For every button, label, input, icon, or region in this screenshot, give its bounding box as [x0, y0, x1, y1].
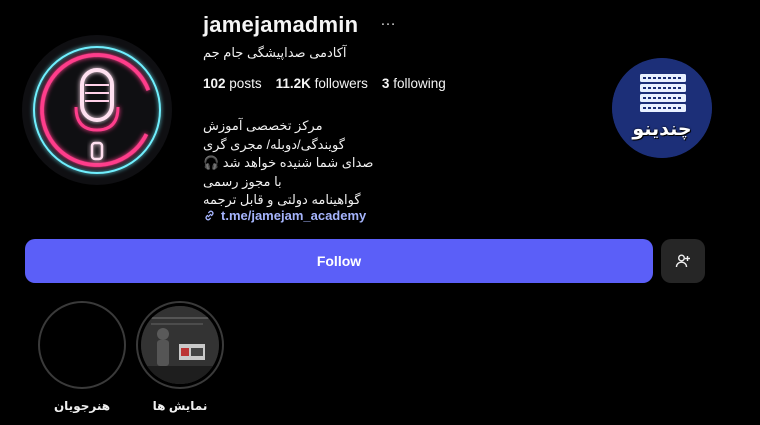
following-count: 3: [381, 76, 390, 91]
highlight-label: نمایش ها: [152, 399, 208, 413]
highlight-students[interactable]: هنرجویان: [38, 301, 126, 413]
server-stack-icon: [612, 58, 712, 158]
profile-link[interactable]: t.me/jamejam_academy: [203, 208, 366, 223]
bio-line: با مجوز رسمی: [203, 173, 282, 189]
brand-logo-text: چندینو: [632, 118, 692, 140]
stage-poster-image: [141, 306, 219, 384]
posts-count: 102: [203, 76, 226, 91]
profile-bio: مرکز تخصصی آموزش گویندگی/دوبله/ مجری گری…: [203, 117, 373, 210]
microphone-neon-icon: [33, 46, 161, 174]
followers-label: followers: [314, 76, 368, 91]
highlight-cover: [141, 306, 219, 384]
highlight-cover: [43, 306, 121, 384]
profile-link-text: t.me/jamejam_academy: [221, 208, 367, 223]
link-icon: [205, 210, 214, 221]
followers-count: 11.2K: [275, 76, 311, 91]
brand-logo: چندینو: [612, 58, 712, 158]
highlight-ring[interactable]: [38, 301, 126, 389]
highlight-shows[interactable]: نمایش ها: [136, 301, 224, 413]
more-options-icon[interactable]: …: [380, 12, 396, 30]
add-user-icon: [675, 254, 690, 268]
bio-line: گویندگی/دوبله/ مجری گری: [203, 136, 345, 152]
bio-line: صدای شما شنیده خواهد شد 🎧: [203, 155, 374, 170]
following-label: following: [393, 76, 446, 91]
profile-username: jamejamadmin: [203, 12, 359, 37]
suggested-users-button[interactable]: [661, 239, 705, 283]
highlight-label: هنرجویان: [53, 399, 111, 413]
profile-avatar[interactable]: [22, 35, 172, 185]
following-stat[interactable]: 3 following: [382, 76, 446, 91]
bio-line: مرکز تخصصی آموزش: [203, 118, 323, 133]
posts-label: posts: [229, 76, 262, 91]
highlight-ring[interactable]: [136, 301, 224, 389]
profile-stats: 102 posts 11.2K followers 3 following: [203, 76, 446, 91]
bio-line: گواهینامه دولتی و قابل ترجمه: [203, 192, 361, 207]
followers-stat[interactable]: 11.2K followers: [276, 76, 368, 91]
profile-full-name: آکادمی صداپیشگی جام جم: [203, 45, 347, 60]
follow-button[interactable]: Follow: [25, 239, 653, 283]
posts-stat: 102 posts: [203, 76, 262, 91]
